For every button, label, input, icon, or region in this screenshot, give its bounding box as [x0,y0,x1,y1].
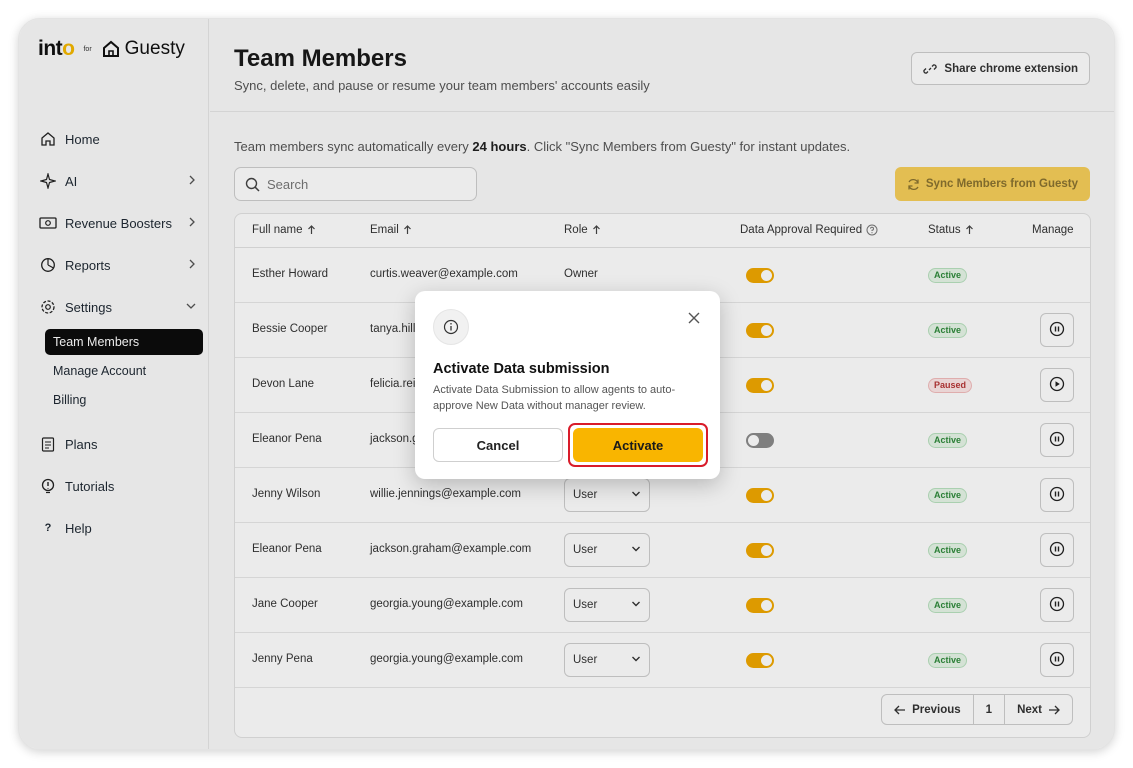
activate-data-submission-dialog: Activate Data submission Activate Data S… [415,291,720,479]
dialog-title: Activate Data submission [433,361,610,377]
info-icon [433,309,469,345]
cancel-button[interactable]: Cancel [433,428,563,462]
app-window: into for Guesty Home AI Revenue Boosters… [18,18,1115,750]
close-icon[interactable] [688,311,700,329]
activate-button[interactable]: Activate [573,428,703,462]
dialog-description: Activate Data Submission to allow agents… [433,384,676,412]
